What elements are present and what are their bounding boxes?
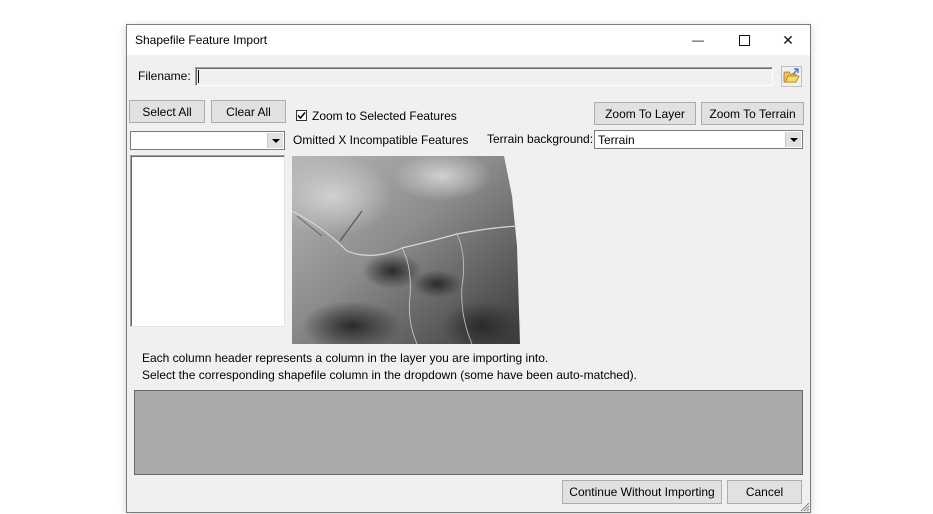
clear-all-button[interactable]: Clear All bbox=[211, 100, 286, 123]
maximize-icon bbox=[738, 34, 750, 46]
maximize-button[interactable] bbox=[721, 25, 767, 55]
import-dialog: Shapefile Feature Import — ✕ Filename: S… bbox=[126, 24, 811, 513]
browse-button[interactable] bbox=[781, 66, 802, 87]
checkmark-icon bbox=[297, 112, 306, 120]
feature-list[interactable] bbox=[130, 155, 285, 327]
instructions-line-1: Each column header represents a column i… bbox=[142, 351, 549, 365]
filename-label: Filename: bbox=[138, 69, 191, 83]
zoom-to-terrain-button[interactable]: Zoom To Terrain bbox=[701, 102, 804, 125]
omitted-features-label: Omitted X Incompatible Features bbox=[293, 133, 469, 147]
folder-open-icon bbox=[781, 66, 802, 87]
zoom-selected-label[interactable]: Zoom to Selected Features bbox=[312, 109, 457, 123]
text-cursor bbox=[198, 70, 199, 83]
select-all-button[interactable]: Select All bbox=[129, 100, 205, 123]
terrain-image bbox=[272, 151, 522, 351]
resize-grip-icon[interactable] bbox=[798, 500, 810, 512]
window-title: Shapefile Feature Import bbox=[135, 33, 268, 47]
column-mapping-grid[interactable] bbox=[134, 390, 803, 475]
continue-without-importing-button[interactable]: Continue Without Importing bbox=[562, 480, 722, 504]
close-button[interactable]: ✕ bbox=[765, 25, 811, 55]
terrain-map-preview[interactable] bbox=[272, 151, 522, 351]
chevron-down-icon[interactable] bbox=[785, 132, 801, 147]
zoom-to-layer-button[interactable]: Zoom To Layer bbox=[594, 102, 696, 125]
title-bar[interactable]: Shapefile Feature Import — ✕ bbox=[127, 25, 810, 55]
minimize-icon: — bbox=[692, 33, 704, 47]
chevron-down-icon[interactable] bbox=[267, 133, 283, 148]
zoom-selected-checkbox[interactable] bbox=[296, 110, 307, 121]
cancel-button[interactable]: Cancel bbox=[727, 480, 802, 504]
terrain-background-value: Terrain bbox=[598, 133, 635, 147]
minimize-button[interactable]: — bbox=[675, 25, 721, 55]
terrain-background-label: Terrain background: bbox=[487, 132, 594, 146]
instructions-line-2: Select the corresponding shapefile colum… bbox=[142, 368, 637, 382]
filename-input[interactable] bbox=[195, 67, 773, 86]
close-icon: ✕ bbox=[782, 31, 794, 48]
feature-column-combo[interactable] bbox=[130, 131, 285, 150]
terrain-background-select[interactable]: Terrain bbox=[594, 130, 803, 149]
